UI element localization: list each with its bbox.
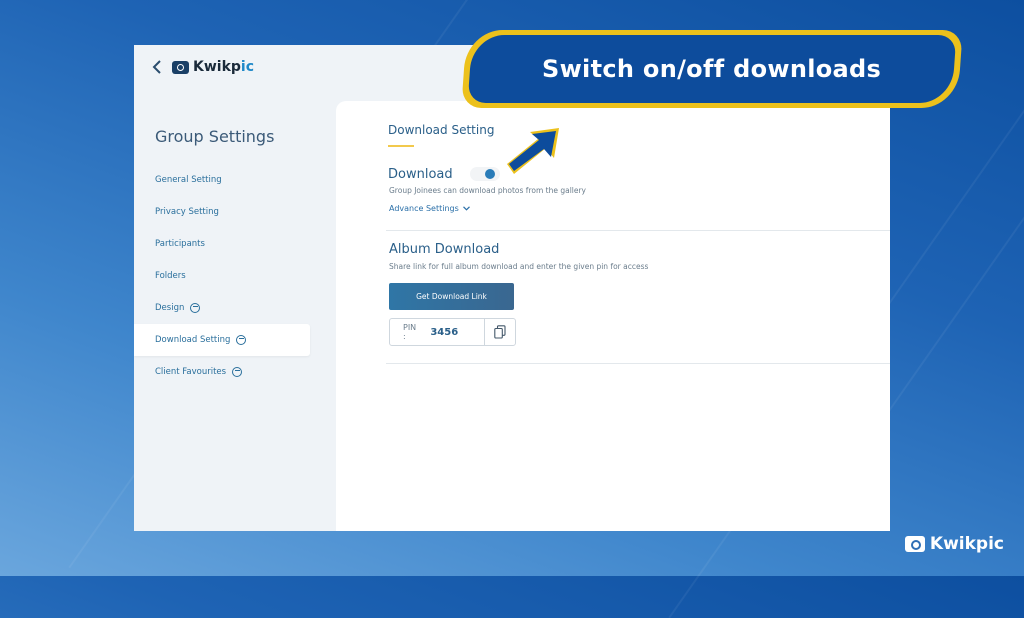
pointer-arrow-icon: [507, 128, 559, 174]
copy-icon[interactable]: [484, 319, 515, 345]
app-window: Kwikpic Group Settings General Setting P…: [134, 45, 890, 531]
section-title: Download Setting: [388, 123, 495, 137]
section-title-underline: [388, 145, 414, 147]
premium-crown-icon: [232, 367, 243, 377]
sidebar-item-label: General Setting: [155, 175, 222, 185]
callout-text: Switch on/off downloads: [542, 55, 882, 83]
chevron-left-icon[interactable]: [152, 59, 162, 75]
sidebar-item-client-favourites[interactable]: Client Favourites: [134, 356, 310, 388]
camera-icon: [904, 536, 925, 552]
advance-settings-link[interactable]: Advance Settings: [389, 204, 470, 213]
sidebar-item-label: Privacy Setting: [155, 207, 219, 217]
divider: [386, 363, 890, 364]
pin-field: PIN : 3456: [389, 318, 516, 346]
callout-banner: Switch on/off downloads: [461, 30, 963, 108]
download-label: Download: [388, 167, 453, 182]
camera-icon: [172, 60, 189, 74]
album-download-title: Album Download: [389, 242, 500, 257]
toggle-knob: [485, 169, 495, 179]
sidebar-item-general-setting[interactable]: General Setting: [134, 164, 310, 196]
chevron-down-icon: [462, 206, 470, 211]
divider: [386, 230, 890, 231]
sidebar-item-folders[interactable]: Folders: [134, 260, 310, 292]
pin-label: PIN :: [403, 323, 417, 341]
kwikpic-logo: Kwikpic: [172, 59, 254, 75]
sidebar-item-label: Download Setting: [155, 335, 231, 345]
sidebar-item-privacy-setting[interactable]: Privacy Setting: [134, 196, 310, 228]
logo-text: Kwikpic: [193, 59, 255, 75]
kwikpic-watermark: Kwikpic: [904, 534, 1004, 554]
sidebar-title: Group Settings: [155, 127, 275, 146]
sidebar-item-design[interactable]: Design: [134, 292, 310, 324]
album-download-description: Share link for full album download and e…: [389, 262, 649, 271]
pin-value: 3456: [430, 326, 459, 338]
sidebar-item-participants[interactable]: Participants: [134, 228, 310, 260]
sidebar-item-download-setting[interactable]: Download Setting: [134, 324, 310, 356]
download-description: Group Joinees can download photos from t…: [389, 186, 586, 195]
premium-crown-icon: [236, 335, 247, 345]
advance-settings-label: Advance Settings: [389, 204, 459, 213]
get-download-link-button[interactable]: Get Download Link: [389, 283, 514, 310]
download-toggle[interactable]: [470, 167, 500, 181]
sidebar-item-label: Design: [155, 303, 185, 313]
sidebar-item-label: Folders: [155, 271, 186, 281]
sidebar-item-label: Client Favourites: [155, 367, 227, 377]
top-bar: Kwikpic: [152, 59, 254, 75]
settings-panel: Download Setting Download Group Joinees …: [336, 101, 890, 531]
sidebar-item-label: Participants: [155, 239, 205, 249]
premium-crown-icon: [190, 303, 201, 313]
brand-text: Kwikpic: [929, 534, 1004, 554]
sidebar: Group Settings General Setting Privacy S…: [134, 115, 310, 388]
